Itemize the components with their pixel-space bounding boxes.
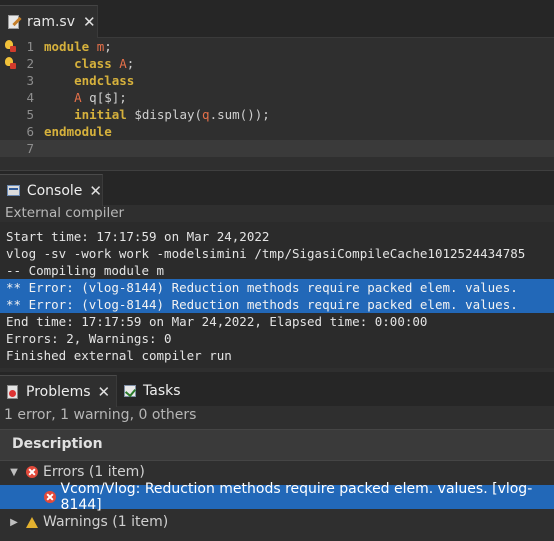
console-view: Console ✕ External compiler - · · Start … [0, 170, 554, 368]
code-token: A [119, 56, 127, 71]
problems-icon [6, 384, 20, 399]
console-line: -- Compiling module m [6, 263, 165, 278]
line-number: 2 [26, 56, 34, 71]
line-number: 6 [26, 124, 34, 139]
tree-group-warnings[interactable]: ▶ Warnings (1 item) [0, 510, 554, 534]
code-text: initial $display(q.sum()); [44, 106, 270, 123]
line-number: 1 [26, 39, 34, 54]
sv-file-icon [7, 14, 22, 30]
chevron-right-icon[interactable]: ▶ [8, 517, 20, 528]
problems-summary: 1 error, 1 warning, 0 others [4, 407, 197, 423]
code-text: endclass [44, 72, 134, 89]
code-token: q[$]; [81, 90, 127, 105]
code-token: q [202, 107, 210, 122]
code-text: endmodule [44, 123, 112, 140]
editor-tab-title: ram.sv [27, 14, 76, 30]
console-error-line: ** Error: (vlog-8144) Reduction methods … [0, 279, 554, 296]
code-line[interactable]: 1 module m; [0, 38, 554, 55]
warnings-group-label: Warnings (1 item) [43, 514, 169, 530]
tree-item-error[interactable]: Vcom/Vlog: Reduction methods require pac… [0, 481, 554, 513]
code-line[interactable]: 3 endclass [0, 72, 554, 89]
editor-pane: ram.sv ✕ 1 module m; 2 class A; 3 endclass 4… [0, 0, 554, 163]
line-number: 7 [26, 141, 34, 156]
code-token: initial [44, 107, 135, 122]
problems-view: Problems ✕ Tasks 1 error, 1 warning, 0 o… [0, 372, 554, 541]
close-icon[interactable]: ✕ [98, 383, 111, 401]
console-output[interactable]: - · · Start time: 17:17:59 on Mar 24,202… [0, 222, 554, 368]
code-editor[interactable]: 1 module m; 2 class A; 3 endclass 4 A q[$]; 5… [0, 38, 554, 163]
code-token: $display( [134, 107, 203, 122]
problems-tab-strip: Problems ✕ Tasks [0, 372, 554, 407]
code-token: class [44, 56, 120, 71]
error-icon [44, 491, 56, 503]
code-text: class A; [44, 55, 134, 72]
code-line[interactable]: 2 class A; [0, 55, 554, 72]
tab-problems[interactable]: Problems ✕ [0, 375, 117, 407]
problems-tab-label: Problems [26, 383, 91, 400]
code-token: endmodule [44, 124, 112, 139]
line-number: 4 [26, 90, 34, 105]
console-line: Errors: 2, Warnings: 0 [6, 331, 172, 346]
console-line: Start time: 17:17:59 on Mar 24,2022 [6, 229, 270, 244]
console-error-line: ** Error: (vlog-8144) Reduction methods … [0, 296, 554, 313]
column-header-label: Description [12, 436, 103, 452]
code-token: module [44, 39, 97, 54]
tab-tasks[interactable]: Tasks [117, 375, 187, 406]
warning-icon [26, 516, 38, 528]
console-tab-strip: Console ✕ [0, 170, 554, 206]
quick-fix-error-icon[interactable] [3, 39, 16, 53]
code-text: module m; [44, 38, 112, 55]
tab-console[interactable]: Console ✕ [0, 174, 103, 206]
code-line[interactable]: 7 [0, 140, 554, 157]
code-line[interactable]: 6 endmodule [0, 123, 554, 140]
code-text: A q[$]; [44, 89, 127, 106]
editor-tab-ram-sv[interactable]: ram.sv ✕ [0, 5, 98, 38]
console-icon [7, 184, 21, 197]
close-icon[interactable]: ✕ [89, 182, 102, 200]
console-line: End time: 17:17:59 on Mar 24,2022, Elaps… [6, 314, 428, 329]
console-line: Finished external compiler run [6, 348, 232, 363]
close-icon[interactable]: ✕ [83, 13, 96, 31]
code-token: ; [104, 39, 112, 54]
code-token: A [74, 90, 82, 105]
tasks-tab-label: Tasks [143, 382, 181, 399]
description-column-header[interactable]: Description [0, 429, 554, 461]
errors-group-label: Errors (1 item) [43, 464, 145, 480]
line-number: 5 [26, 107, 34, 122]
error-item-label: Vcom/Vlog: Reduction methods require pac… [60, 481, 533, 513]
line-number: 3 [26, 73, 34, 88]
console-line: vlog -sv -work work -modelsimini /tmp/Si… [6, 246, 526, 261]
chevron-down-icon[interactable]: ▼ [8, 467, 20, 478]
console-tab-label: Console [26, 182, 83, 199]
code-line[interactable]: 5 initial $display(q.sum()); [0, 106, 554, 123]
code-token: .sum()); [209, 107, 270, 122]
code-token: ; [126, 56, 135, 71]
editor-tab-strip: ram.sv ✕ [0, 0, 554, 38]
code-token: endclass [44, 73, 135, 88]
tasks-icon [123, 384, 137, 398]
code-line[interactable]: 4 A q[$]; [0, 89, 554, 106]
console-subtitle: External compiler [5, 205, 125, 221]
error-icon [26, 466, 38, 478]
quick-fix-error-icon[interactable] [3, 56, 16, 70]
